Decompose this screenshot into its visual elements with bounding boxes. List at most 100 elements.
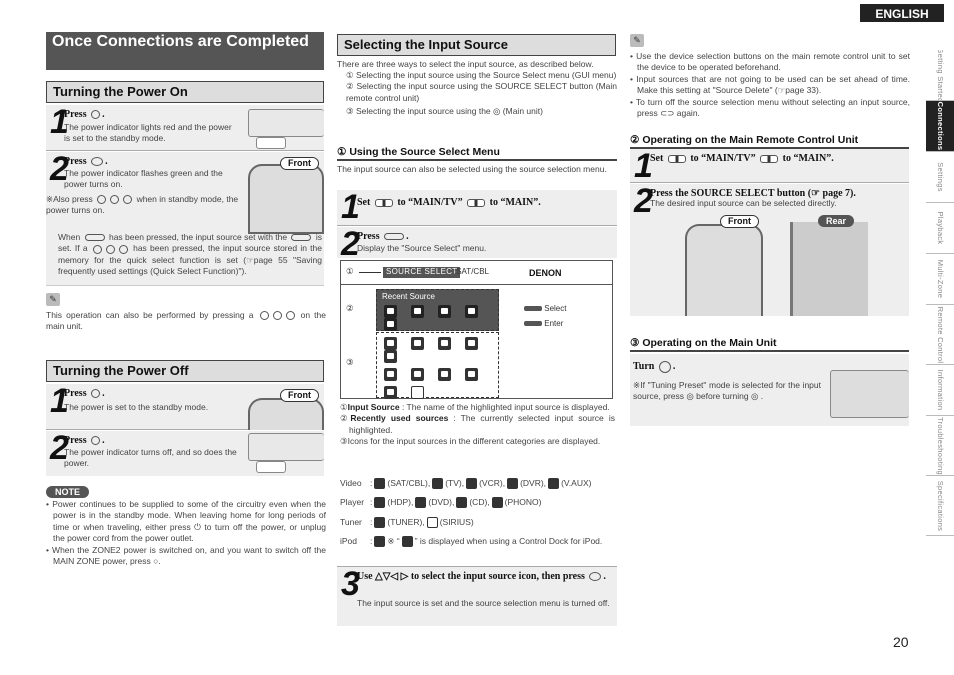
step-head: Press: [64, 388, 87, 399]
tuner-icon: [374, 517, 386, 529]
tv-icon[interactable]: [438, 304, 451, 318]
tv-icon[interactable]: [411, 337, 424, 350]
quick-select-knob-icon: [259, 311, 269, 321]
tab-multi-zone[interactable]: Multi-Zone: [926, 254, 954, 305]
memo-list: Use the device selection buttons on the …: [630, 51, 910, 120]
remote-front-illustration: [248, 164, 324, 234]
dvr-icon[interactable]: [465, 337, 478, 350]
quick-select-1-icon: [97, 195, 107, 205]
power-on-step-2: 2 Press . The power indicator flashes gr…: [46, 152, 324, 286]
dvr-icon[interactable]: [465, 304, 478, 318]
recent-source-box: Recent Source: [376, 289, 499, 331]
dvr-icon: [507, 478, 519, 490]
source-select-icon: [291, 234, 312, 242]
tab-information[interactable]: Information: [926, 365, 954, 416]
chapter-tabs: Getting Started Connections Settings Pla…: [926, 50, 954, 536]
power-button-icon: [91, 110, 101, 120]
vcr-icon[interactable]: [438, 337, 451, 350]
enter-button-icon: [589, 572, 602, 582]
remote-front-illustration: [248, 398, 324, 430]
hdp-icon[interactable]: [411, 304, 424, 318]
tab-troubleshooting[interactable]: Troubleshooting: [926, 416, 954, 476]
phono-icon: [491, 497, 503, 509]
quick-select-knob-icon: [285, 311, 295, 321]
on-source-button-icon: [91, 157, 104, 167]
quick-select-icon: [92, 244, 102, 254]
power-off-title: Turning the Power Off: [46, 360, 324, 382]
memo-item: To turn off the source selection menu wi…: [630, 97, 910, 120]
source-select-menu-heading: ① Using the Source Select Menu: [337, 145, 617, 162]
select-hint: Select: [544, 304, 567, 313]
device-select-switch-icon: [467, 198, 486, 207]
enter-hint: Enter: [544, 319, 564, 328]
tab-specifications[interactable]: Specifications: [926, 476, 954, 536]
sat-cbl-icon[interactable]: [384, 337, 397, 350]
category-ipod: iPod: ※ “” is displayed when using a Cont…: [340, 536, 603, 548]
v-aux-icon[interactable]: [384, 350, 397, 363]
unit-foot: [256, 137, 286, 149]
device-select-switch-icon: [374, 198, 393, 207]
front-label: Front: [720, 215, 759, 228]
cd-icon[interactable]: [438, 368, 451, 381]
front-label: Front: [280, 389, 319, 402]
v-aux-icon[interactable]: [384, 317, 397, 331]
ways-list: ① Selecting the input source using the S…: [346, 70, 617, 117]
enter-button-icon: [524, 321, 542, 327]
note-item: When the ZONE2 power is switched on, and…: [46, 545, 326, 568]
vcr-icon: [466, 478, 478, 490]
tv-icon: [432, 478, 444, 490]
source-select-button-icon: [384, 233, 405, 241]
note-list: Power continues to be supplied to some o…: [46, 499, 326, 568]
hdp-icon[interactable]: [384, 368, 397, 381]
memo-text: This operation can also be performed by …: [46, 310, 326, 332]
tab-remote-control[interactable]: Remote Control: [926, 305, 954, 365]
ipod-icon: [374, 536, 386, 548]
step-body: The desired input source can be selected…: [650, 198, 837, 208]
tab-settings[interactable]: Settings: [926, 152, 954, 203]
tab-connections[interactable]: Connections: [926, 101, 954, 152]
rear-label: Rear: [818, 215, 855, 227]
source-select-explanation: When has been pressed, the input source …: [58, 232, 322, 277]
power-on-step-1: 1 Press . The power indicator lights red…: [46, 105, 324, 151]
sirius-icon[interactable]: [411, 386, 424, 399]
cursor-button-icon: [524, 306, 542, 312]
remote-front-illustration: [685, 224, 763, 316]
memo-pencil-icon: ✎: [46, 293, 60, 306]
step-body: The power indicator flashes green and th…: [64, 168, 223, 190]
power-off-step-1: 1 Press . The power is set to the standb…: [46, 384, 324, 430]
menu-step-3: 3 Use △▽◁ ▷ to select the input source i…: [337, 566, 617, 626]
step-head: Press: [64, 156, 87, 167]
tab-getting-started[interactable]: Getting Started: [926, 50, 954, 101]
dvd-icon[interactable]: [411, 368, 424, 381]
main-unit-illustration: [248, 109, 324, 137]
hdp-icon: [374, 497, 386, 509]
sat-cbl-icon[interactable]: [384, 304, 397, 318]
sat-cbl-icon: [374, 478, 386, 490]
main-unit-front-illustration: [830, 370, 909, 418]
device-select-switch-icon: [760, 154, 779, 163]
main-unit-illustration: [248, 433, 324, 461]
menu-step-1: 1 Set to “MAIN/TV” to “MAIN”.: [337, 190, 617, 226]
step-body: Display the "Source Select" menu.: [357, 243, 487, 253]
ipod-dock-icon: [401, 536, 413, 548]
quick-select-note: ※Also press when in standby mode, the po…: [46, 194, 239, 216]
sirius-icon: [426, 517, 438, 529]
page-number: 20: [893, 634, 909, 650]
brand-logo: DENON: [529, 268, 562, 278]
power-on-title: Turning the Power On: [46, 81, 324, 103]
phono-icon[interactable]: [465, 368, 478, 381]
source-select-menu-screen: ① SOURCE SELECT :SAT/CBL DENON ② ③ Recen…: [340, 260, 613, 399]
language-label: ENGLISH: [860, 4, 944, 22]
arrow-icon: [359, 272, 381, 273]
quick-select-2-icon: [110, 195, 120, 205]
step-body: The power is set to the standby mode.: [64, 402, 209, 412]
tuner-icon[interactable]: [384, 386, 397, 399]
tab-playback[interactable]: Playback: [926, 203, 954, 254]
quick-select-knob-icon: [272, 311, 282, 321]
source-icons-box: [376, 332, 499, 399]
note-label: NOTE: [46, 486, 90, 498]
v-aux-icon: [548, 478, 560, 490]
category-tuner: Tuner: (TUNER), (SIRIUS): [340, 517, 474, 529]
category-player: Player: (HDP), (DVD), (CD), (PHONO): [340, 497, 542, 509]
unit-foot: [256, 461, 286, 473]
